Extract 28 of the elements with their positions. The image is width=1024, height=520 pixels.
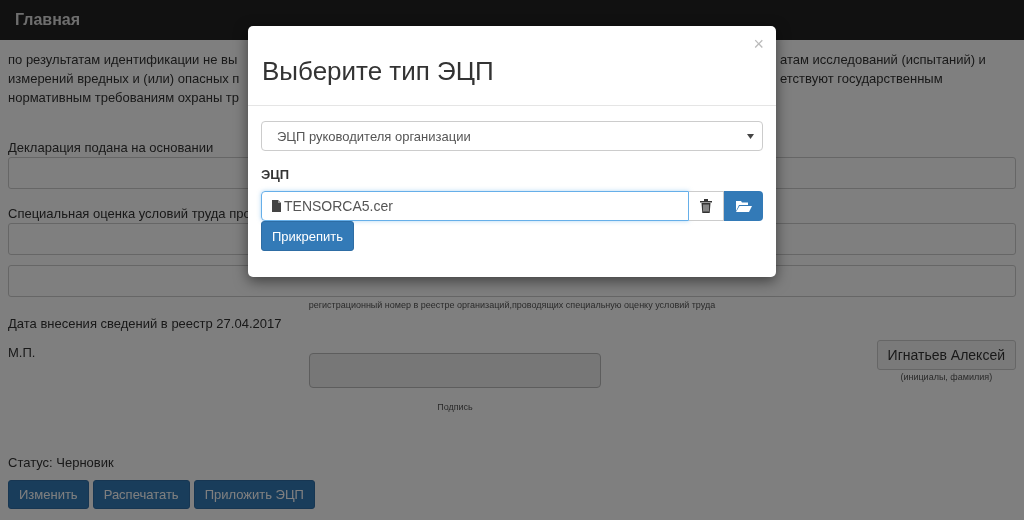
field-caption: (инициалы, фамилия) xyxy=(900,372,993,382)
paragraph-text: измерений вредных и (или) опасных п xyxy=(8,70,240,88)
field-label: ЭЦП xyxy=(261,167,291,182)
type-dropdown[interactable]: ЭЦП руководителя организации xyxy=(261,121,763,151)
dialog-title: Выберите тип ЭЦП xyxy=(262,56,495,87)
delete-button[interactable] xyxy=(689,191,724,221)
stamp-label: М.П. xyxy=(8,345,37,360)
field-caption: регистрационный номер в реестре организаций,проводящих специальную оценку условий труда xyxy=(307,300,717,310)
registry-date: Дата внесения сведений в реестр 27.04.2017 xyxy=(8,316,283,331)
action-button[interactable]: Изменить xyxy=(8,480,89,509)
file-field[interactable]: TENSORCA5.cer xyxy=(261,191,689,221)
status-text: Статус: Черновик xyxy=(8,455,114,470)
page-title: Главная xyxy=(15,11,81,29)
field-caption: Подпись xyxy=(437,402,473,412)
field-label: Декларация подана на основании xyxy=(8,139,214,157)
browse-button[interactable] xyxy=(724,191,763,221)
action-button[interactable]: Распечатать xyxy=(92,480,190,509)
file-icon xyxy=(272,200,281,212)
folder-icon xyxy=(735,200,752,212)
trash-icon xyxy=(700,199,712,213)
caret-icon xyxy=(747,133,754,139)
attach-button[interactable]: Прикрепить xyxy=(261,221,354,251)
paragraph-text: нормативным требованиям охраны тр xyxy=(8,89,240,107)
signer-name[interactable]: Игнатьев Алексей xyxy=(876,340,1016,370)
action-button[interactable]: Приложить ЭЦП xyxy=(193,480,315,509)
paragraph-text: атам исследований (испытаний) и xyxy=(780,51,986,69)
paragraph-text: по результатам идентификации не вы xyxy=(8,51,238,69)
paragraph-text: етствуют государственным xyxy=(780,70,943,88)
